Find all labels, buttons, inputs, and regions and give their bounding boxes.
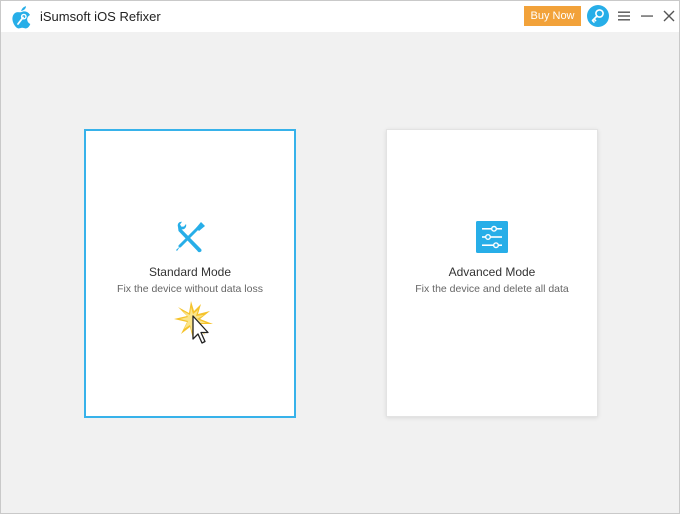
sliders-icon (476, 221, 508, 253)
standard-mode-description: Fix the device without data loss (117, 283, 263, 295)
minimize-icon[interactable] (640, 10, 654, 22)
app-title: iSumsoft iOS Refixer (40, 9, 161, 24)
tools-icon (176, 221, 205, 253)
app-logo-icon (12, 6, 31, 29)
advanced-mode-title: Advanced Mode (448, 265, 536, 279)
key-button[interactable] (587, 5, 609, 27)
advanced-mode-card[interactable]: Advanced Mode Fix the device and delete … (386, 129, 598, 417)
advanced-mode-description: Fix the device and delete all data (415, 283, 569, 295)
key-icon (591, 9, 604, 23)
app-window: iSumsoft iOS Refixer Buy Now Standard Mo… (0, 0, 680, 514)
standard-mode-card[interactable]: Standard Mode Fix the device without dat… (84, 129, 296, 418)
close-icon[interactable] (662, 9, 676, 23)
title-bar[interactable]: iSumsoft iOS Refixer Buy Now (1, 1, 679, 32)
standard-mode-title: Standard Mode (148, 265, 232, 279)
buy-now-button[interactable]: Buy Now (524, 6, 581, 26)
hamburger-menu-icon[interactable] (617, 10, 631, 22)
